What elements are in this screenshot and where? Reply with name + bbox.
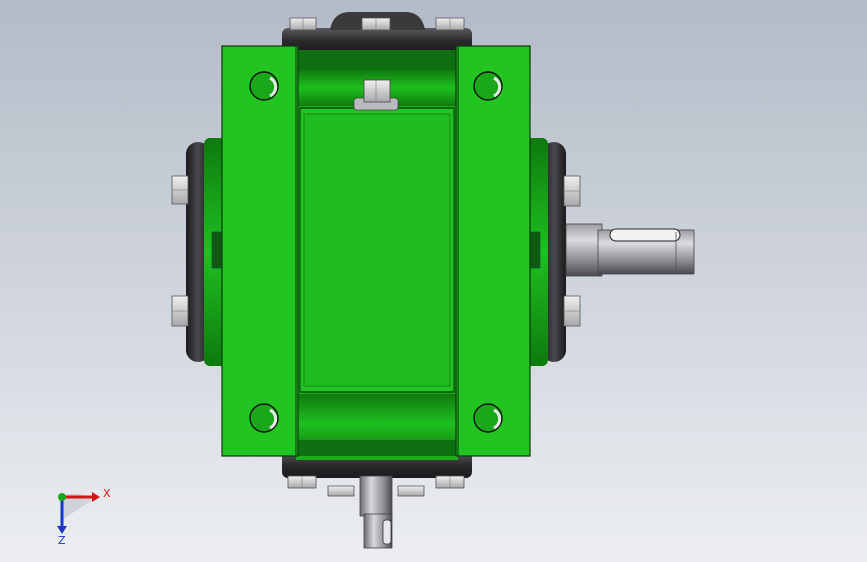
y-axis-dot xyxy=(58,493,66,501)
cad-viewport[interactable]: X Z xyxy=(0,0,867,562)
right-mounting-plate[interactable] xyxy=(455,45,531,457)
mounting-hole xyxy=(473,403,503,433)
left-mounting-plate[interactable] xyxy=(221,45,299,457)
right-input-shaft[interactable] xyxy=(565,223,695,277)
mounting-hole xyxy=(473,71,503,101)
gearbox-drawing: X Z xyxy=(0,0,867,562)
mounting-hole xyxy=(249,71,279,101)
bottom-output-shaft[interactable] xyxy=(359,475,393,549)
z-axis-label: Z xyxy=(58,534,66,547)
gearbox-housing[interactable] xyxy=(296,50,458,460)
top-cover[interactable] xyxy=(282,12,472,54)
x-axis-label: X xyxy=(103,487,111,500)
mounting-hole xyxy=(249,403,279,433)
